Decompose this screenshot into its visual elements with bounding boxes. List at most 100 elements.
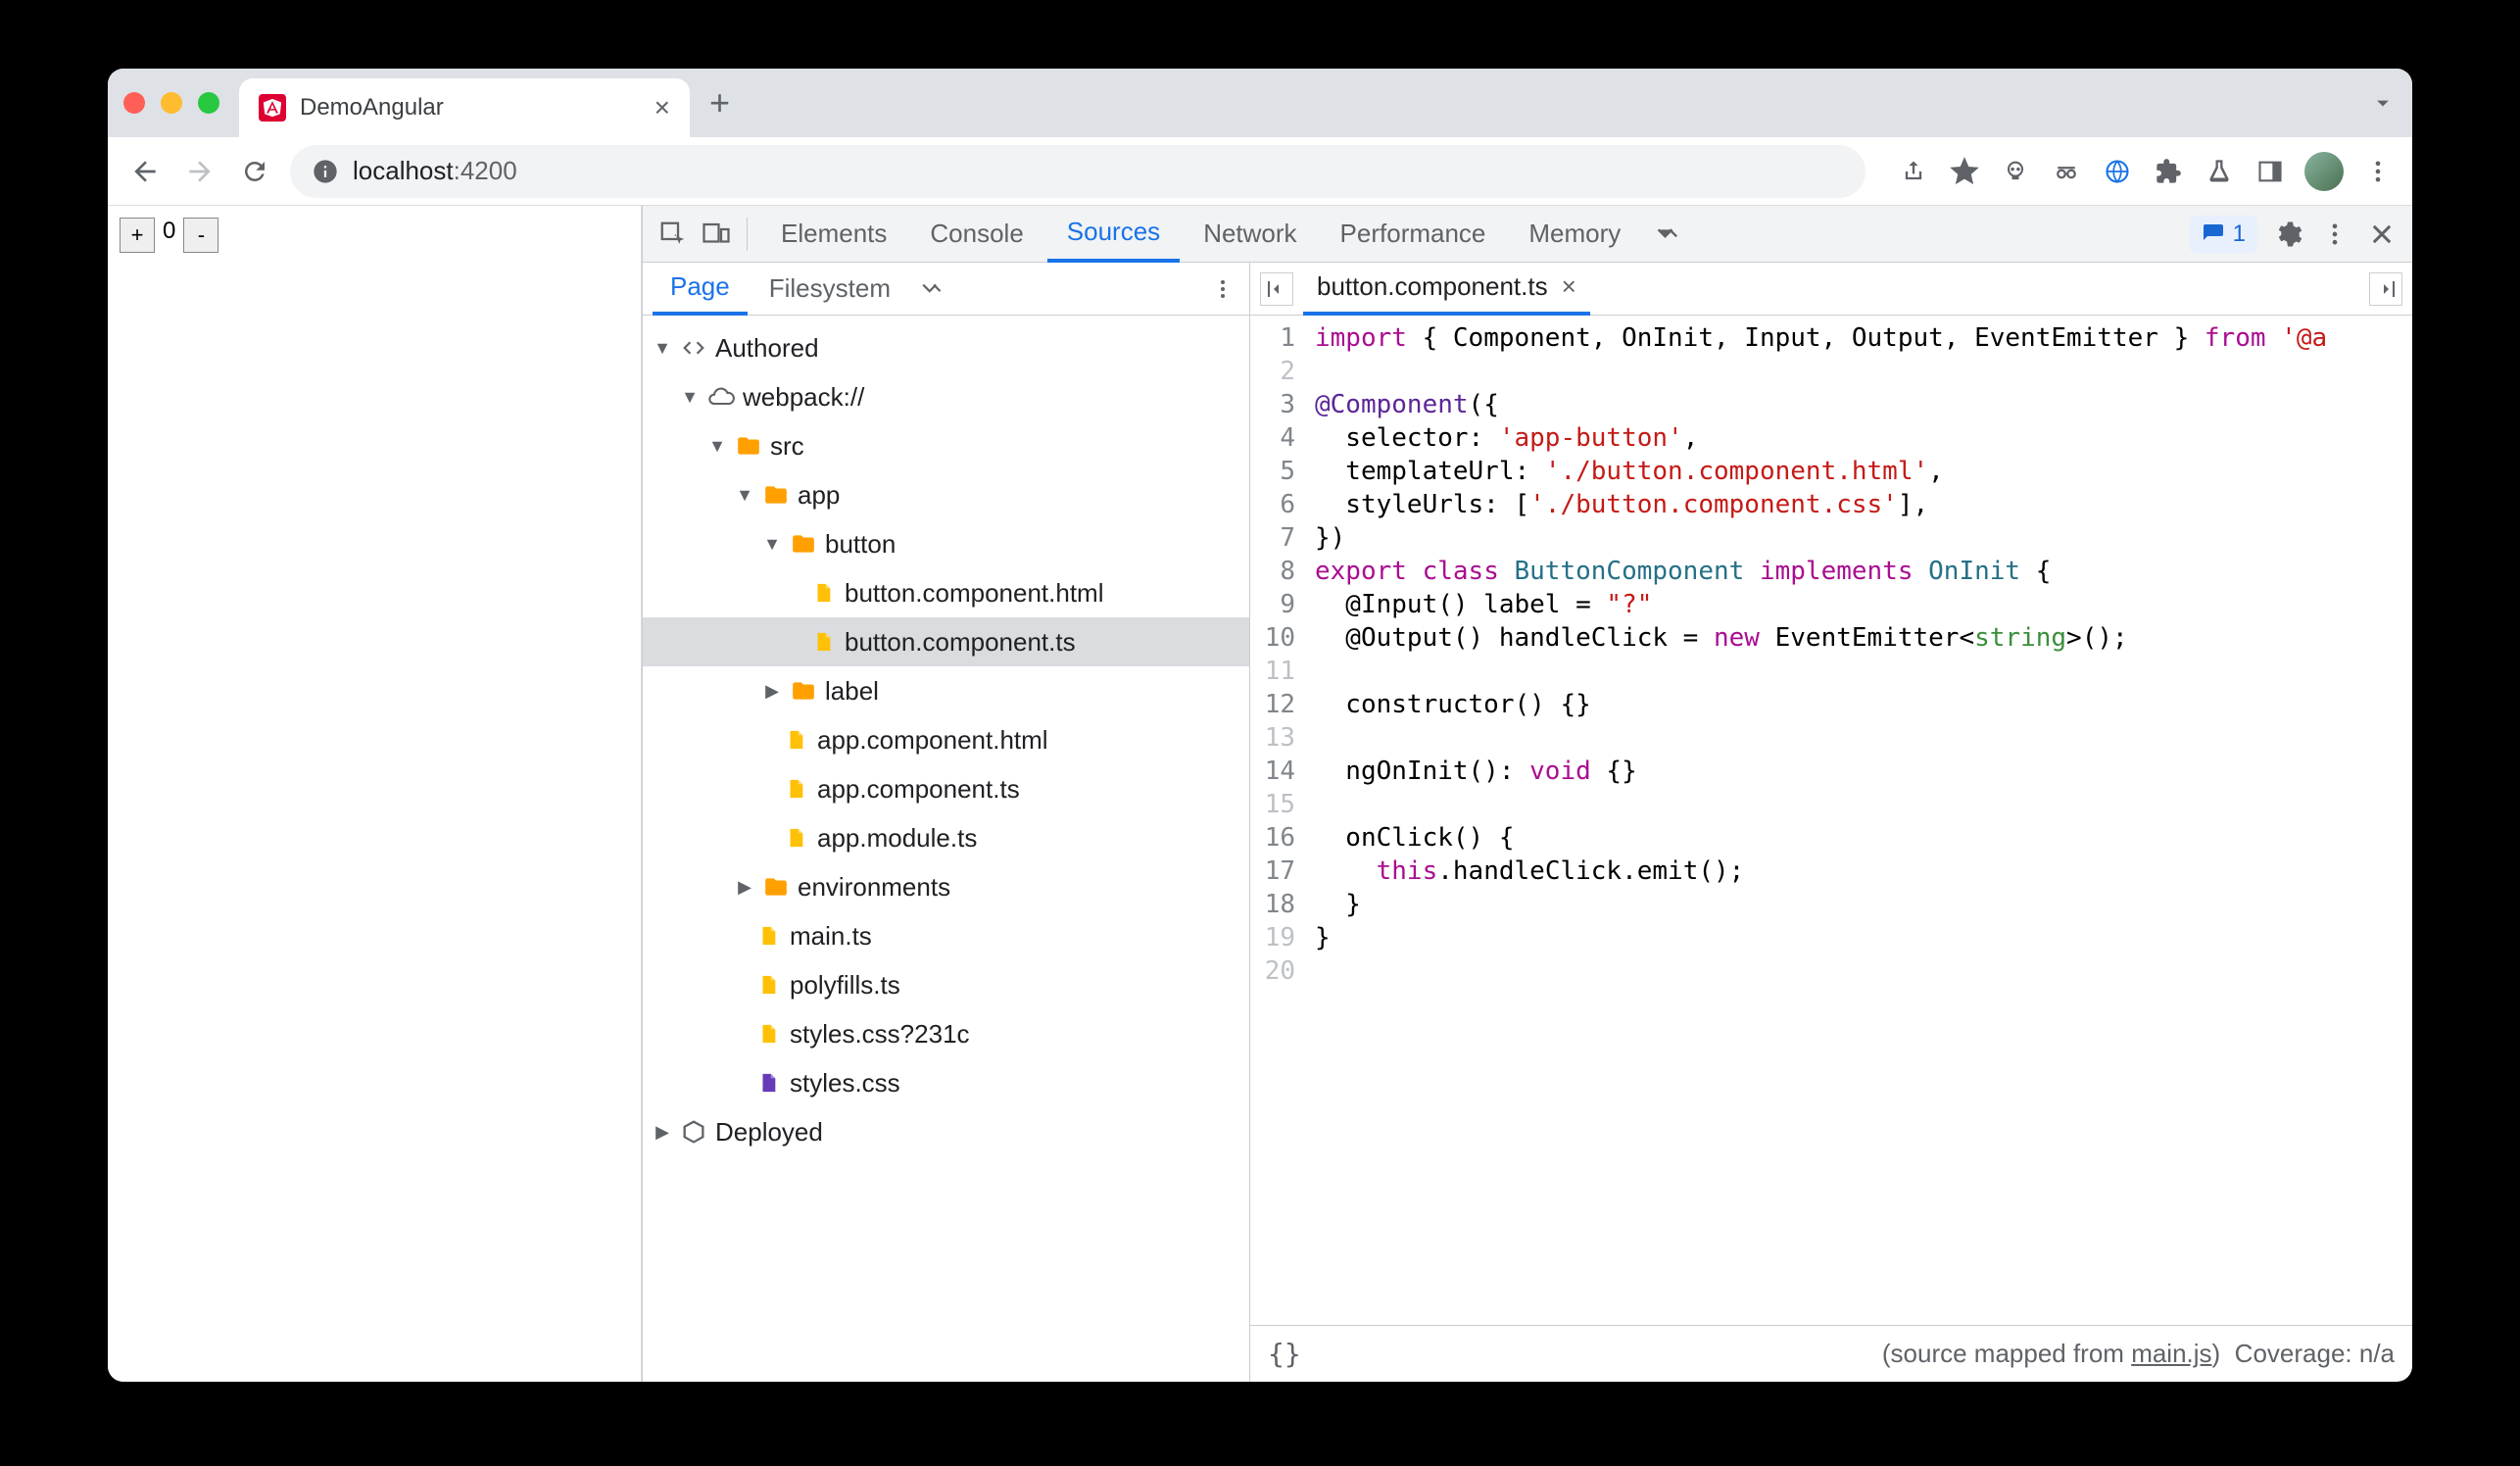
tree-app[interactable]: ▼app — [643, 470, 1249, 519]
editor-body[interactable]: 1234567891011121314151617181920 import {… — [1250, 316, 2412, 1325]
folder-icon — [762, 481, 790, 509]
extension-globe-icon[interactable] — [2101, 155, 2134, 188]
editor-file-tab[interactable]: button.component.ts × — [1303, 263, 1590, 316]
chrome-menu-icon[interactable] — [2361, 155, 2395, 188]
tab-sources[interactable]: Sources — [1047, 206, 1180, 263]
browser-window: DemoAngular × + localhost:4200 — [108, 69, 2412, 1382]
code-content[interactable]: import { Component, OnInit, Input, Outpu… — [1305, 316, 2412, 1325]
tab-strip: DemoAngular × + — [108, 69, 2412, 137]
tab-elements[interactable]: Elements — [761, 206, 906, 263]
increment-button[interactable]: + — [120, 218, 155, 253]
devtools-settings-icon[interactable] — [2271, 218, 2304, 251]
decrement-button[interactable]: - — [183, 218, 218, 253]
source-map-link[interactable]: main.js — [2131, 1339, 2211, 1368]
file-icon — [754, 1020, 782, 1048]
file-icon — [782, 775, 809, 803]
tree-authored[interactable]: ▼Authored — [643, 323, 1249, 372]
pretty-print-icon[interactable]: {} — [1268, 1338, 1301, 1370]
devtools-menu-icon[interactable] — [2318, 218, 2351, 251]
counter-value: 0 — [161, 218, 177, 1370]
tree-file-styles-q[interactable]: styles.css?231c — [643, 1009, 1249, 1058]
file-tree: ▼Authored ▼webpack:// ▼src ▼app ▼button … — [643, 316, 1249, 1382]
sidebar-panel-icon[interactable] — [2253, 155, 2287, 188]
toolbar-right — [1897, 152, 2395, 191]
navigator-panel: Page Filesystem ▼Authored ▼webpack:// ▼s… — [643, 263, 1250, 1382]
tab-console[interactable]: Console — [910, 206, 1042, 263]
tree-label-folder[interactable]: ▶label — [643, 666, 1249, 715]
toggle-debugger-icon[interactable] — [2369, 272, 2402, 306]
folder-icon — [790, 530, 817, 558]
nav-back-button[interactable] — [125, 152, 165, 191]
bookmark-star-icon[interactable] — [1948, 155, 1981, 188]
angular-favicon-icon — [259, 94, 286, 122]
window-close-button[interactable] — [123, 92, 145, 114]
tab-close-icon[interactable]: × — [654, 92, 670, 123]
traffic-lights — [123, 92, 219, 114]
file-icon — [782, 726, 809, 754]
nav-tab-filesystem[interactable]: Filesystem — [751, 263, 908, 316]
tree-file-app-module[interactable]: app.module.ts — [643, 813, 1249, 862]
code-icon — [680, 334, 707, 362]
footer-status: (source mapped from main.js) Coverage: n… — [1882, 1339, 2395, 1369]
site-info-icon[interactable] — [312, 158, 339, 185]
inspect-element-icon[interactable] — [656, 218, 690, 251]
issues-count: 1 — [2233, 220, 2246, 248]
tree-environments[interactable]: ▶environments — [643, 862, 1249, 911]
more-tabs-icon[interactable] — [1652, 218, 1685, 251]
extensions-puzzle-icon[interactable] — [2152, 155, 2185, 188]
window-zoom-button[interactable] — [198, 92, 219, 114]
labs-flask-icon[interactable] — [2203, 155, 2236, 188]
editor-tabs: button.component.ts × — [1250, 263, 2412, 316]
file-icon — [782, 824, 809, 852]
file-icon — [809, 628, 837, 656]
editor-tab-label: button.component.ts — [1317, 271, 1548, 302]
tree-file-styles[interactable]: styles.css — [643, 1058, 1249, 1107]
window-minimize-button[interactable] — [161, 92, 182, 114]
extension-incognito-icon[interactable] — [2050, 155, 2083, 188]
nav-forward-button[interactable] — [180, 152, 219, 191]
address-bar[interactable]: localhost:4200 — [290, 145, 1866, 198]
tree-file-app-ts[interactable]: app.component.ts — [643, 764, 1249, 813]
devtools-tabs: Elements Console Sources Network Perform… — [643, 206, 2412, 263]
tree-deployed[interactable]: ▶Deployed — [643, 1107, 1249, 1156]
tree-button-folder[interactable]: ▼button — [643, 519, 1249, 568]
folder-icon — [735, 432, 762, 460]
line-gutter: 1234567891011121314151617181920 — [1250, 316, 1305, 1325]
tree-file-polyfills[interactable]: polyfills.ts — [643, 960, 1249, 1009]
file-icon — [754, 922, 782, 950]
issues-badge[interactable]: 1 — [2190, 216, 2257, 253]
nav-tab-page[interactable]: Page — [653, 263, 748, 316]
sources-panel: Page Filesystem ▼Authored ▼webpack:// ▼s… — [643, 263, 2412, 1382]
tab-network[interactable]: Network — [1184, 206, 1316, 263]
new-tab-button[interactable]: + — [709, 82, 730, 123]
nav-more-tabs-icon[interactable] — [916, 272, 949, 306]
tab-performance[interactable]: Performance — [1321, 206, 1506, 263]
tree-file-button-ts[interactable]: button.component.ts — [643, 617, 1249, 666]
tab-title: DemoAngular — [300, 94, 641, 122]
toggle-navigator-icon[interactable] — [1260, 272, 1293, 306]
editor-panel: button.component.ts × 123456789101112131… — [1250, 263, 2412, 1382]
share-icon[interactable] — [1897, 155, 1930, 188]
url-text: localhost:4200 — [353, 156, 517, 186]
devtools-close-icon[interactable] — [2365, 218, 2399, 251]
deployed-icon — [680, 1118, 707, 1146]
folder-icon — [762, 873, 790, 901]
device-mode-icon[interactable] — [700, 218, 733, 251]
tree-file-main-ts[interactable]: main.ts — [643, 911, 1249, 960]
tree-file-app-html[interactable]: app.component.html — [643, 715, 1249, 764]
tree-src[interactable]: ▼src — [643, 421, 1249, 470]
reload-button[interactable] — [235, 152, 274, 191]
file-icon — [754, 971, 782, 999]
tabs-dropdown-icon[interactable] — [2369, 89, 2397, 117]
profile-avatar[interactable] — [2304, 152, 2344, 191]
browser-tab[interactable]: DemoAngular × — [239, 78, 690, 137]
devtools-panel: Elements Console Sources Network Perform… — [642, 206, 2412, 1382]
tree-file-button-html[interactable]: button.component.html — [643, 568, 1249, 617]
editor-tab-close-icon[interactable]: × — [1562, 271, 1576, 302]
file-icon — [809, 579, 837, 607]
extension-skull-icon[interactable] — [1999, 155, 2032, 188]
content-area: + 0 - Elements Console Sources Network P… — [108, 206, 2412, 1382]
nav-menu-icon[interactable] — [1206, 272, 1239, 306]
tab-memory[interactable]: Memory — [1509, 206, 1640, 263]
tree-webpack[interactable]: ▼webpack:// — [643, 372, 1249, 421]
